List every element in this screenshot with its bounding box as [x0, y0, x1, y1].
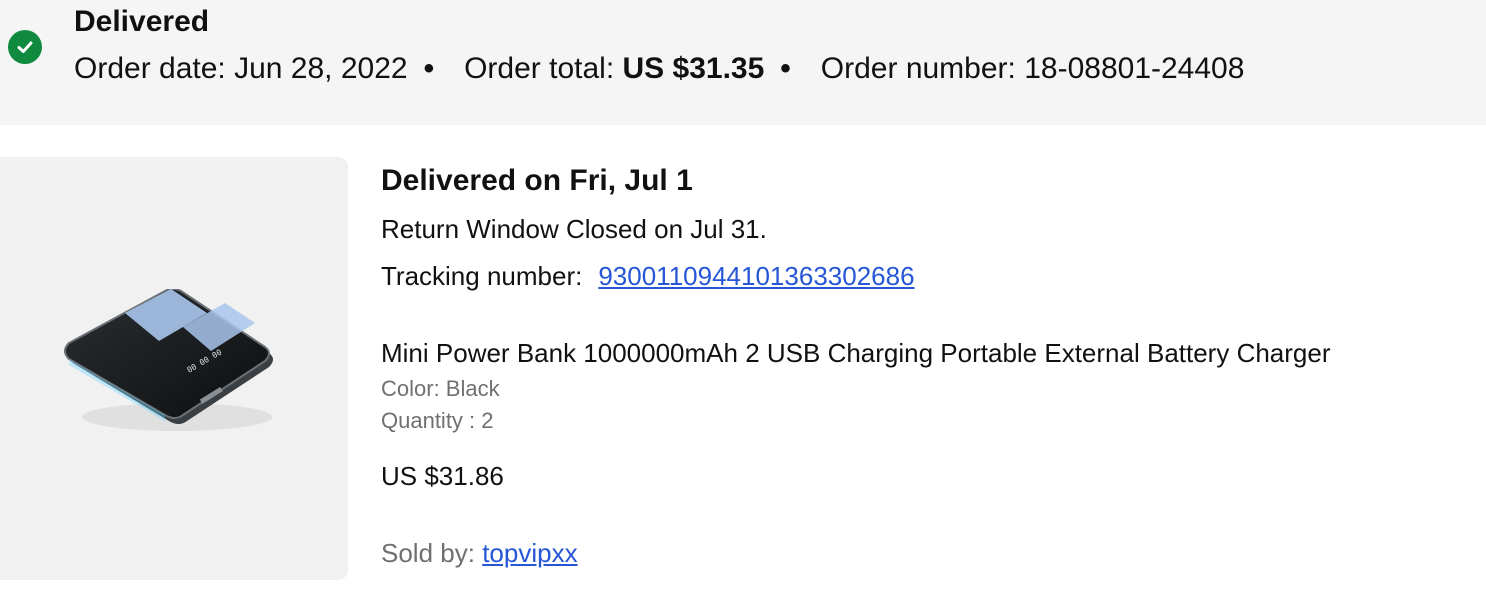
- item-title[interactable]: Mini Power Bank 1000000mAh 2 USB Chargin…: [381, 338, 1331, 369]
- check-circle-icon: [8, 30, 42, 64]
- tracking-number-link[interactable]: 9300110944101363302686: [598, 261, 914, 291]
- seller-link[interactable]: topvipxx: [482, 538, 577, 568]
- order-total: US $31.35: [622, 52, 765, 85]
- order-status: Delivered: [74, 5, 210, 38]
- order-total-label: Order total:: [464, 52, 615, 85]
- order-date: Jun 28, 2022: [234, 52, 408, 85]
- item-color: Color: Black: [381, 376, 500, 401]
- item-image[interactable]: 00 00 00: [0, 157, 348, 580]
- order-date-label: Order date:: [74, 52, 226, 85]
- item-quantity: Quantity : 2: [381, 408, 494, 433]
- separator: •: [423, 52, 435, 85]
- power-bank-image: 00 00 00: [64, 288, 273, 431]
- tracking-label: Tracking number:: [381, 261, 583, 291]
- item-price: US $31.86: [381, 461, 504, 491]
- order-header: Delivered Order date: Jun 28, 2022 • Order…: [0, 0, 1486, 125]
- seller-row: Sold by: topvipxx: [381, 538, 578, 569]
- order-number-label: Order number:: [820, 52, 1016, 85]
- seller-label: Sold by:: [381, 538, 475, 568]
- order-meta: Order date: Jun 28, 2022 • Order total: US…: [74, 50, 1244, 88]
- order-number: 18-08801-24408: [1024, 52, 1245, 85]
- separator: •: [780, 52, 791, 85]
- tracking-row: Tracking number: 9300110944101363302686: [381, 261, 915, 292]
- delivered-on: Delivered on Fri, Jul 1: [381, 164, 693, 197]
- return-window: Return Window Closed on Jul 31.: [381, 214, 767, 244]
